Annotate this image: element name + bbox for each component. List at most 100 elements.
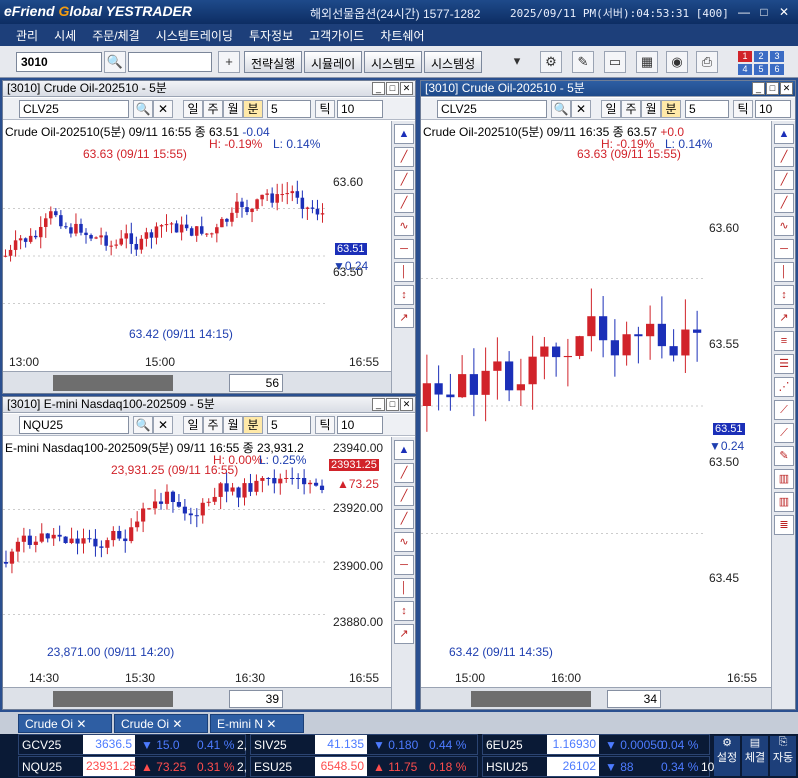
bottom-tab[interactable]: Crude Oi ✕: [114, 714, 208, 733]
tick-button[interactable]: 틱: [315, 100, 335, 118]
menu-orders[interactable]: 주문/체결: [84, 27, 148, 44]
settings-button[interactable]: ⚙ 설정: [714, 736, 740, 776]
line-tool-icon[interactable]: ╱: [774, 170, 794, 190]
panel-close-icon[interactable]: ✕: [780, 82, 793, 95]
panel-minimize-icon[interactable]: _: [752, 82, 765, 95]
channel-tool-icon[interactable]: ≡: [774, 331, 794, 351]
cursor-icon[interactable]: ▲: [774, 124, 794, 144]
fan-tool-icon[interactable]: ⋰: [774, 377, 794, 397]
layout-2-button[interactable]: 2: [754, 51, 768, 62]
gann-tool-icon[interactable]: ⟋: [774, 400, 794, 420]
search-icon[interactable]: 🔍: [104, 51, 126, 73]
quote-cell[interactable]: HSIU25 26102 ▼ 88 0.34 % 105,8: [482, 756, 731, 777]
line-tool-icon[interactable]: ╱: [394, 193, 414, 213]
lines-tool-icon[interactable]: ≣: [774, 515, 794, 535]
line-tool-icon[interactable]: ╱: [774, 147, 794, 167]
line-tool-icon[interactable]: ╱: [394, 463, 414, 483]
hline-tool-icon[interactable]: ─: [394, 239, 414, 259]
panel-close-icon[interactable]: ✕: [400, 398, 413, 411]
ray-tool-icon[interactable]: ⟋: [774, 423, 794, 443]
screen-name-dropdown[interactable]: [128, 52, 212, 72]
period-day[interactable]: 일: [601, 100, 621, 118]
layout-icon[interactable]: ▦: [636, 51, 658, 73]
line-tool-icon[interactable]: ╱: [774, 193, 794, 213]
vline-tool-icon[interactable]: │: [394, 262, 414, 282]
interval-combo[interactable]: 5: [267, 416, 311, 434]
tick-button[interactable]: 틱: [733, 100, 753, 118]
quote-cell[interactable]: ESU25 6548.50 ▲ 11.75 0.18 %: [250, 756, 478, 777]
arrow-tool-icon[interactable]: ↗: [394, 624, 414, 644]
search-icon[interactable]: 🔍: [133, 100, 153, 118]
system-performance-button[interactable]: 시스템성: [424, 51, 483, 73]
period-minute[interactable]: 분: [661, 100, 681, 118]
volume-overview[interactable]: [53, 691, 173, 707]
quote-cell[interactable]: GCV25 3636.5 ▼ 15.0 0.41 % 2,: [18, 734, 247, 755]
clear-icon[interactable]: ✕: [571, 100, 591, 118]
panel-title[interactable]: [3010] E-mini Nasdaq100-202509 - 5분: [3, 397, 415, 413]
layout-4-button[interactable]: 4: [738, 64, 752, 75]
tick-combo[interactable]: 10: [337, 416, 383, 434]
bar-count-input[interactable]: 39: [229, 690, 283, 708]
symbol-combo[interactable]: NQU25: [19, 416, 129, 434]
symbol-combo[interactable]: CLV25: [437, 100, 547, 118]
chart-scrollbar[interactable]: 56: [3, 371, 391, 393]
bottom-tab[interactable]: E-mini N ✕: [210, 714, 304, 733]
period-minute[interactable]: 분: [243, 100, 263, 118]
period-minute[interactable]: 분: [243, 416, 263, 434]
panel-maximize-icon[interactable]: □: [386, 82, 399, 95]
bars-tool-icon[interactable]: ▥: [774, 492, 794, 512]
layout-1-button[interactable]: 1: [738, 51, 752, 62]
quote-cell[interactable]: 6EU25 1.16930 ▼ 0.00050 0.04 %: [482, 734, 710, 755]
symbol-combo[interactable]: CLV25: [19, 100, 129, 118]
layout-5-button[interactable]: 5: [754, 64, 768, 75]
period-month[interactable]: 월: [223, 100, 243, 118]
fib-tool-icon[interactable]: ☰: [774, 354, 794, 374]
menu-system-trading[interactable]: 시스템트레이딩: [148, 27, 241, 44]
chart-scrollbar[interactable]: 39: [3, 687, 391, 709]
add-icon[interactable]: +: [218, 51, 240, 73]
candlestick-chart[interactable]: [3, 161, 325, 351]
minimize-icon[interactable]: —: [736, 4, 752, 20]
printer-icon[interactable]: ⎙: [696, 51, 718, 73]
period-week[interactable]: 주: [203, 416, 223, 434]
period-day[interactable]: 일: [183, 100, 203, 118]
arrow-tool-icon[interactable]: ↗: [394, 308, 414, 328]
bottom-tab[interactable]: Crude Oi ✕: [18, 714, 112, 733]
system-model-button[interactable]: 시스템모: [364, 51, 423, 73]
marker-tool-icon[interactable]: ↕: [774, 285, 794, 305]
menu-investment-info[interactable]: 투자정보: [241, 27, 301, 44]
period-week[interactable]: 주: [203, 100, 223, 118]
panel-minimize-icon[interactable]: _: [372, 398, 385, 411]
vline-tool-icon[interactable]: │: [394, 578, 414, 598]
quote-cell[interactable]: NQU25 23931.25 ▲ 73.25 0.31 % 2,: [18, 756, 247, 777]
period-day[interactable]: 일: [183, 416, 203, 434]
period-month[interactable]: 월: [641, 100, 661, 118]
volume-overview[interactable]: [471, 691, 591, 707]
panel-maximize-icon[interactable]: □: [766, 82, 779, 95]
wave-tool-icon[interactable]: ∿: [774, 216, 794, 236]
bar-count-input[interactable]: 56: [229, 374, 283, 392]
search-icon[interactable]: 🔍: [551, 100, 571, 118]
clear-icon[interactable]: ✕: [153, 416, 173, 434]
vline-tool-icon[interactable]: │: [774, 262, 794, 282]
tick-combo[interactable]: 10: [337, 100, 383, 118]
maximize-icon[interactable]: □: [756, 4, 772, 20]
hline-tool-icon[interactable]: ─: [394, 555, 414, 575]
wave-tool-icon[interactable]: ∿: [394, 532, 414, 552]
panel-close-icon[interactable]: ✕: [400, 82, 413, 95]
menu-quotes[interactable]: 시세: [46, 27, 84, 44]
arrow-tool-icon[interactable]: ↗: [774, 308, 794, 328]
cursor-icon[interactable]: ▲: [394, 440, 414, 460]
simulation-button[interactable]: 시뮬레이: [304, 51, 363, 73]
marker-tool-icon[interactable]: ↕: [394, 601, 414, 621]
interval-combo[interactable]: 5: [267, 100, 311, 118]
interval-combo[interactable]: 5: [685, 100, 729, 118]
marker-tool-icon[interactable]: ↕: [394, 285, 414, 305]
panel-title[interactable]: [3010] Crude Oil-202510 - 5분: [421, 81, 795, 97]
monitor-icon[interactable]: ▭: [604, 51, 626, 73]
period-month[interactable]: 월: [223, 416, 243, 434]
line-tool-icon[interactable]: ╱: [394, 509, 414, 529]
line-tool-icon[interactable]: ╱: [394, 486, 414, 506]
gear-icon[interactable]: ⚙: [540, 51, 562, 73]
cursor-icon[interactable]: ▲: [394, 124, 414, 144]
